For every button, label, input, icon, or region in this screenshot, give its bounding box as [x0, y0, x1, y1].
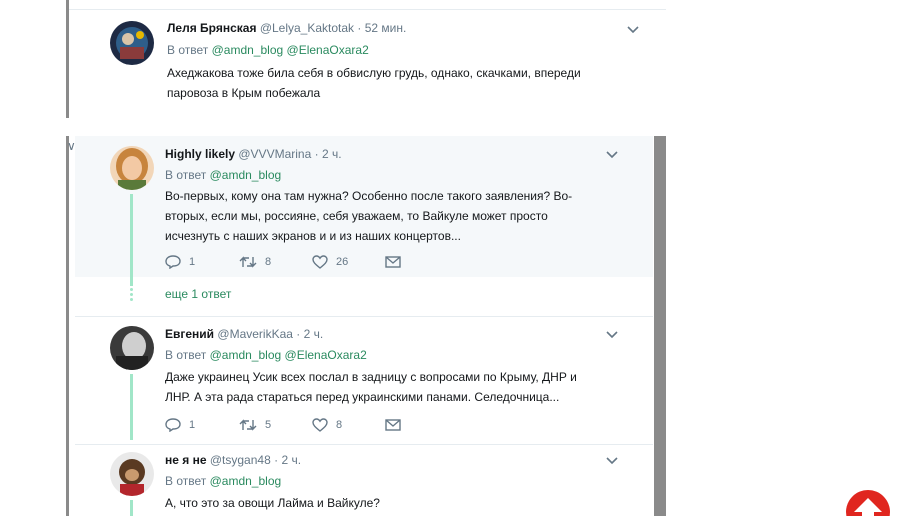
- reply-context: В ответ @amdn_blog @ElenaOxara2: [165, 348, 367, 362]
- mention-link[interactable]: @amdn_blog: [210, 348, 282, 362]
- thread-line: [130, 500, 133, 516]
- reply-count: 1: [189, 256, 196, 268]
- author-handle[interactable]: @VVVMarina: [238, 147, 311, 161]
- dot-separator: ·: [296, 327, 301, 341]
- thread-line: [130, 194, 133, 286]
- chevron-down-icon[interactable]: [626, 25, 640, 35]
- mention-link[interactable]: @amdn_blog: [210, 474, 282, 488]
- retweet-button[interactable]: 8: [239, 255, 271, 269]
- heart-icon: [312, 418, 328, 432]
- author-handle[interactable]: @MaverikKaa: [217, 327, 293, 341]
- tweet-text: Даже украинец Усик всех послал в задницу…: [165, 370, 577, 404]
- like-count: 26: [336, 256, 349, 268]
- dot-separator: ·: [274, 453, 279, 467]
- retweet-icon: [239, 419, 257, 431]
- chevron-down-icon[interactable]: [605, 150, 619, 160]
- retweet-button[interactable]: 5: [239, 418, 271, 432]
- thread-dot: [130, 298, 133, 301]
- reply-icon: [165, 255, 181, 269]
- reply-context: В ответ @amdn_blog @ElenaOxara2: [167, 43, 369, 57]
- tweet-header: Highly likely @VVVMarina · 2 ч.: [165, 147, 342, 161]
- author-name[interactable]: Highly likely: [165, 147, 235, 161]
- heart-icon: [312, 255, 328, 269]
- tweet-text: А, что это за овощи Лайма и Вайкуле?: [165, 496, 380, 510]
- divider: [75, 444, 653, 445]
- avatar[interactable]: [110, 146, 154, 190]
- reply-context: В ответ @amdn_blog: [165, 474, 281, 488]
- timestamp[interactable]: 2 ч.: [281, 453, 301, 467]
- dm-button[interactable]: [385, 418, 401, 432]
- divider: [75, 316, 653, 317]
- panel-edge: [654, 136, 666, 516]
- reply-button[interactable]: 1: [165, 255, 195, 269]
- author-name[interactable]: не я не: [165, 453, 207, 467]
- reply-icon: [165, 418, 181, 432]
- reply-prefix: В ответ: [167, 43, 209, 57]
- thread-line: [130, 374, 133, 440]
- reply-count: 1: [189, 419, 196, 431]
- mention-link[interactable]: @amdn_blog: [210, 168, 282, 182]
- avatar[interactable]: [110, 326, 154, 370]
- reply-prefix: В ответ: [165, 348, 207, 362]
- dot-separator: ·: [357, 21, 362, 35]
- tweet-text: Во-первых, кому она там нужна? Особенно …: [165, 189, 573, 243]
- author-handle[interactable]: @tsygan48: [210, 453, 271, 467]
- arrow-up-icon: [854, 498, 882, 516]
- reply-prefix: В ответ: [165, 474, 207, 488]
- divider: [69, 9, 666, 10]
- envelope-icon: [385, 419, 401, 431]
- tweet-header: не я не @tsygan48 · 2 ч.: [165, 453, 301, 467]
- reply-button[interactable]: 1: [165, 418, 195, 432]
- mention-link[interactable]: @amdn_blog: [212, 43, 284, 57]
- collapse-icon[interactable]: ∨: [67, 139, 76, 153]
- dm-button[interactable]: [385, 255, 401, 269]
- mention-link[interactable]: @ElenaOxara2: [285, 348, 367, 362]
- chevron-down-icon[interactable]: [605, 330, 619, 340]
- conversation-panel: Highly likely @VVVMarina · 2 ч. В ответ …: [66, 136, 666, 516]
- like-count: 8: [336, 419, 343, 431]
- retweet-count: 5: [265, 419, 272, 431]
- dot-separator: ·: [314, 147, 319, 161]
- author-name[interactable]: Евгений: [165, 327, 214, 341]
- thread-dot: [130, 293, 133, 296]
- avatar[interactable]: [110, 452, 154, 496]
- envelope-icon: [385, 256, 401, 268]
- tweet-text: Ахеджакова тоже била себя в обвислую гру…: [167, 66, 581, 100]
- like-button[interactable]: 8: [312, 418, 342, 432]
- like-button[interactable]: 26: [312, 255, 348, 269]
- reply-context: В ответ @amdn_blog: [165, 168, 281, 182]
- avatar[interactable]: [110, 21, 154, 65]
- timestamp[interactable]: 2 ч.: [304, 327, 324, 341]
- scroll-to-top-button[interactable]: [846, 490, 890, 516]
- tweet-header: Евгений @MaverikKaa · 2 ч.: [165, 327, 323, 341]
- author-handle[interactable]: @Lelya_Kaktotak: [260, 21, 354, 35]
- chevron-down-icon[interactable]: [605, 456, 619, 466]
- mention-link[interactable]: @ElenaOxara2: [287, 43, 369, 57]
- show-more-replies-link[interactable]: еще 1 ответ: [165, 287, 231, 301]
- tweet-card-top: Леля Брянская @Lelya_Kaktotak · 52 мин. …: [66, 0, 666, 118]
- retweet-count: 8: [265, 256, 272, 268]
- reply-prefix: В ответ: [165, 168, 207, 182]
- retweet-icon: [239, 256, 257, 268]
- thread-dot: [130, 288, 133, 291]
- author-name[interactable]: Леля Брянская: [167, 21, 256, 35]
- tweet-header: Леля Брянская @Lelya_Kaktotak · 52 мин.: [167, 21, 406, 35]
- timestamp[interactable]: 2 ч.: [322, 147, 342, 161]
- timestamp[interactable]: 52 мин.: [365, 21, 407, 35]
